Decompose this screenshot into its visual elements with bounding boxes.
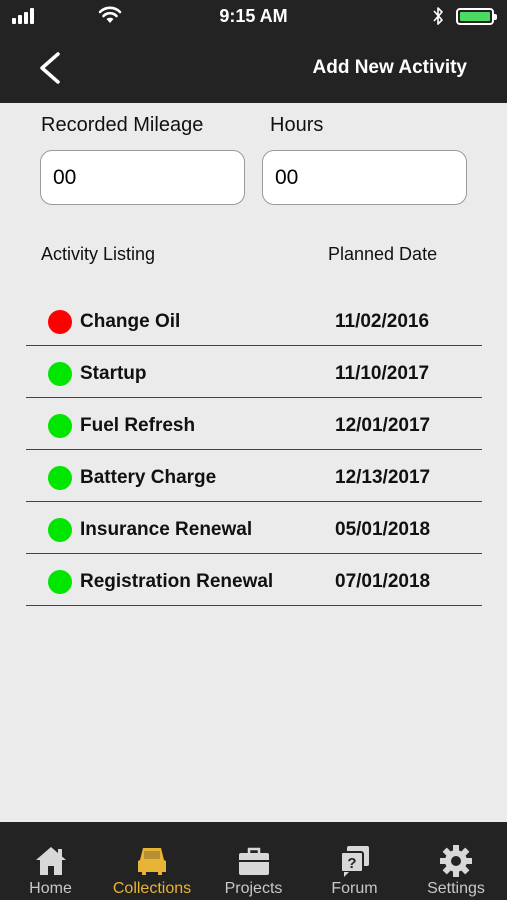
battery-icon	[456, 8, 497, 25]
planned-date: 05/01/2018	[335, 519, 431, 540]
planned-date: 12/13/2017	[335, 467, 431, 488]
tab-label: Settings	[427, 880, 485, 897]
hours-label: Hours	[270, 114, 324, 136]
activity-name: Registration Renewal	[80, 571, 274, 592]
mileage-input[interactable]	[40, 150, 245, 205]
activity-name: Fuel Refresh	[80, 415, 196, 436]
back-button[interactable]	[34, 50, 68, 86]
tab-label: Home	[29, 880, 72, 897]
bluetooth-icon	[433, 7, 443, 25]
planned-date: 12/01/2017	[335, 415, 431, 436]
planned-date: 07/01/2018	[335, 571, 431, 592]
status-dot-icon	[48, 310, 72, 334]
list-item[interactable]: Fuel Refresh 12/01/2017	[26, 398, 482, 450]
svg-text:?: ?	[347, 855, 356, 872]
status-time: 9:15 AM	[219, 6, 288, 26]
tab-collections[interactable]: Collections	[101, 822, 203, 900]
list-item[interactable]: Insurance Renewal 05/01/2018	[26, 502, 482, 554]
mileage-label: Recorded Mileage	[41, 114, 204, 136]
activity-list: Change Oil 11/02/2016 Startup 11/10/2017…	[26, 294, 482, 606]
page-title: Add New Activity	[312, 57, 468, 78]
planned-date: 11/02/2016	[335, 311, 430, 332]
status-dot-icon	[48, 466, 72, 490]
tab-forum[interactable]: ? Forum	[304, 822, 405, 900]
activity-column-header: Activity Listing	[41, 244, 156, 264]
status-dot-icon	[48, 518, 72, 542]
tab-label: Forum	[331, 880, 378, 897]
car-icon	[138, 848, 166, 875]
list-item[interactable]: Registration Renewal 07/01/2018	[26, 554, 482, 606]
tab-bar: Home Collections Projects ? Forum Settin…	[0, 822, 507, 900]
list-item[interactable]: Startup 11/10/2017	[26, 346, 482, 398]
status-dot-icon	[48, 414, 72, 438]
forum-icon: ?	[339, 846, 369, 877]
status-bar: 9:15 AM	[0, 0, 507, 34]
activity-name: Change Oil	[80, 311, 181, 332]
date-column-header: Planned Date	[328, 244, 438, 264]
planned-date: 11/10/2017	[335, 363, 430, 384]
home-icon	[35, 847, 66, 875]
status-dot-icon	[48, 570, 72, 594]
tab-label: Projects	[224, 880, 283, 897]
gear-icon	[440, 845, 472, 877]
top-bar: 9:15 AM Add New Activity	[0, 0, 507, 103]
tab-label: Collections	[112, 880, 192, 897]
activity-name: Battery Charge	[80, 467, 217, 488]
briefcase-icon	[238, 847, 269, 875]
list-item[interactable]: Change Oil 11/02/2016	[26, 294, 482, 346]
activity-name: Startup	[80, 363, 147, 384]
status-dot-icon	[48, 362, 72, 386]
activity-name: Insurance Renewal	[80, 519, 253, 540]
hours-input[interactable]	[262, 150, 467, 205]
tab-settings[interactable]: Settings	[405, 822, 507, 900]
tab-home[interactable]: Home	[0, 822, 101, 900]
tab-projects[interactable]: Projects	[203, 822, 304, 900]
list-item[interactable]: Battery Charge 12/13/2017	[26, 450, 482, 502]
